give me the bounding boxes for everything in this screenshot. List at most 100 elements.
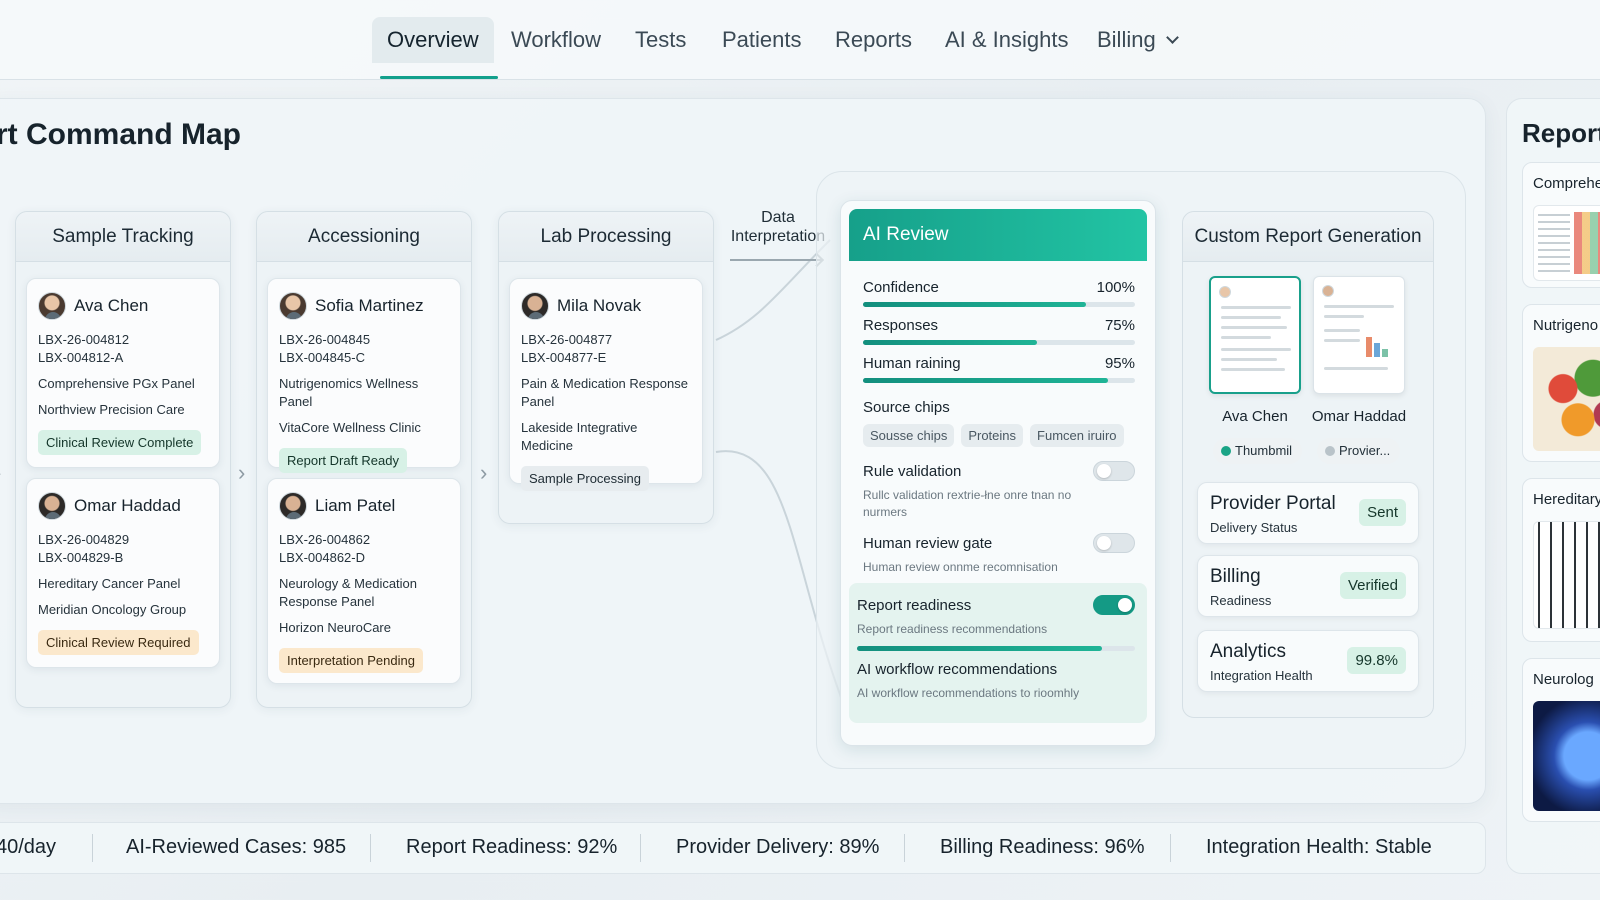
report-preview-table [1533, 205, 1600, 281]
accession-id: LBX-004829-B [38, 550, 124, 565]
progress-fill [863, 302, 1087, 307]
provider-org: Lakeside Integrative Medicine [521, 420, 638, 453]
stat-report-readiness: Report Readiness: 92% [406, 836, 618, 858]
status-badge: Clinical Review Required [38, 630, 199, 655]
chevron-right-icon: › [480, 460, 488, 485]
thumbnail-status-pill[interactable]: Provier... [1317, 438, 1401, 464]
sample-card-ava-chen[interactable]: Ava Chen LBX-26-004812 LBX-004812-A Comp… [26, 278, 220, 468]
provider-org: Horizon NeuroCare [279, 620, 391, 635]
tab-workflow[interactable]: Workflow [496, 17, 616, 63]
top-navigation: Overview Workflow Tests Patients Reports… [0, 0, 1600, 80]
source-chip[interactable]: Sousse chips [863, 424, 955, 447]
status-badge: Report Draft Ready [279, 448, 407, 473]
rule-validation-row: Rule validation Rullc validation rextrie… [863, 461, 1135, 521]
source-chip[interactable]: Fumcen iruiro [1030, 424, 1124, 447]
avatar [38, 492, 66, 520]
report-readiness-row: Report readiness Report readiness recomm… [857, 595, 1135, 651]
thumbnail-name: Ava Chen [1222, 408, 1288, 425]
report-item-neurology[interactable]: Neurolog [1522, 658, 1600, 822]
report-readiness-description: Report readiness recommendations [857, 622, 1048, 636]
divider [640, 834, 641, 862]
ai-workflow-row: AI workflow recommendations AI workflow … [857, 661, 1135, 702]
rule-validation-toggle[interactable] [1093, 461, 1135, 481]
tab-billing-label: Billing [1097, 27, 1156, 52]
report-thumbnail-ava-chen[interactable] [1209, 276, 1301, 394]
accession-id: LBX-004845-C [279, 350, 365, 365]
status-badge: Sent [1359, 499, 1406, 526]
divider [1170, 834, 1171, 862]
divider [92, 834, 93, 862]
divider [370, 834, 371, 862]
metric-value: 75% [1104, 317, 1135, 334]
report-item-nutrigenomics[interactable]: Nutrigeno [1522, 304, 1600, 462]
report-item-title: Hereditary [1533, 491, 1600, 508]
column-lab-processing: Lab Processing Mila Novak LBX-26-004877 … [498, 211, 714, 524]
accession-id: LBX-004862-D [279, 550, 365, 565]
column-title: Accessioning [257, 212, 471, 262]
report-thumbnail-omar-haddad[interactable] [1313, 276, 1405, 394]
status-card-subtitle: Integration Health [1210, 668, 1313, 683]
food-image [1533, 347, 1600, 451]
metric-human-raining: Human raining 95% [863, 355, 1135, 383]
avatar [1219, 286, 1231, 298]
chevron-right-icon: › [238, 460, 246, 485]
column-title: Custom Report Generation [1183, 212, 1433, 262]
status-badge: 99.8% [1347, 647, 1406, 674]
status-card-subtitle: Delivery Status [1210, 520, 1298, 535]
sample-id: LBX-26-004812 [38, 332, 130, 347]
thumbnail-status-pill[interactable]: Thumbmil [1213, 438, 1303, 464]
report-panel-title: Report [1522, 118, 1600, 148]
progress-fill [863, 378, 1108, 383]
provider-portal-card[interactable]: Provider Portal Delivery Status Sent [1197, 482, 1419, 544]
status-card-title: Billing [1210, 566, 1261, 587]
report-item-comprehensive[interactable]: Comprehe [1522, 162, 1600, 288]
tab-reports[interactable]: Reports [820, 17, 927, 63]
avatar [1322, 285, 1334, 297]
analytics-card[interactable]: Analytics Integration Health 99.8% [1197, 630, 1419, 692]
stat-billing-readiness: Billing Readiness: 96% [940, 836, 1145, 858]
tab-billing[interactable]: Billing [1082, 17, 1192, 63]
stat-ai-reviewed-cases: AI-Reviewed Cases: 985 [126, 836, 347, 858]
human-review-gate-toggle[interactable] [1093, 533, 1135, 553]
chevron-right-icon: › [0, 460, 1, 486]
sample-id: LBX-26-004862 [279, 532, 371, 547]
sample-id: LBX-26-004845 [279, 332, 371, 347]
tab-tests[interactable]: Tests [620, 17, 701, 63]
billing-card[interactable]: Billing Readiness Verified [1197, 555, 1419, 617]
thumbnail-name: Omar Haddad [1311, 408, 1407, 425]
report-item-title: Neurolog [1533, 671, 1594, 688]
report-item-title: Nutrigeno [1533, 317, 1599, 334]
page-title: rt Command Map [0, 118, 242, 151]
tab-patients[interactable]: Patients [707, 17, 817, 63]
progress-bar [863, 378, 1135, 383]
metric-value: 95% [1104, 355, 1135, 372]
ai-workflow-title: AI workflow recommendations [857, 661, 1058, 678]
provider-org: Meridian Oncology Group [38, 602, 187, 617]
tab-overview[interactable]: Overview [372, 17, 494, 63]
patient-name: Ava Chen [74, 296, 149, 315]
sample-card-liam-patel[interactable]: Liam Patel LBX-26-004862 LBX-004862-D Ne… [267, 478, 461, 684]
source-chips-title: Source chips [863, 399, 950, 416]
sample-card-sofia-martinez[interactable]: Sofia Martinez LBX-26-004845 LBX-004845-… [267, 278, 461, 473]
panel-name: Comprehensive PGx Panel [38, 376, 195, 391]
ai-review-card: AI Review Confidence 100% Responses 75% Hu… [840, 200, 1156, 746]
avatar [38, 292, 66, 320]
report-item-hereditary[interactable]: Hereditary [1522, 478, 1600, 642]
stat-provider-delivery: Provider Delivery: 89% [676, 836, 880, 858]
status-badge: Clinical Review Complete [38, 430, 202, 455]
patient-name: Liam Patel [315, 496, 396, 515]
sample-card-omar-haddad[interactable]: Omar Haddad LBX-26-004829 LBX-004829-B H… [26, 478, 220, 668]
report-readiness-toggle[interactable] [1093, 595, 1135, 615]
active-tab-indicator [380, 76, 498, 79]
sample-id: LBX-26-004829 [38, 532, 130, 547]
stat-throughput: 40/day [0, 836, 57, 858]
tab-ai-insights[interactable]: AI & Insights [930, 17, 1084, 63]
panel-name: Neurology & Medication Response Panel [279, 576, 418, 609]
metric-value: 100% [1096, 279, 1135, 296]
patient-name: Omar Haddad [74, 496, 181, 515]
sample-card-mila-novak[interactable]: Mila Novak LBX-26-004877 LBX-004877-E Pa… [509, 278, 703, 491]
chevron-down-icon [1165, 31, 1179, 44]
rule-validation-description: Rullc validation rextrie-łne onre tnan n… [863, 488, 1072, 519]
accession-id: LBX-004812-A [38, 350, 124, 365]
source-chip[interactable]: Proteins [961, 424, 1024, 447]
